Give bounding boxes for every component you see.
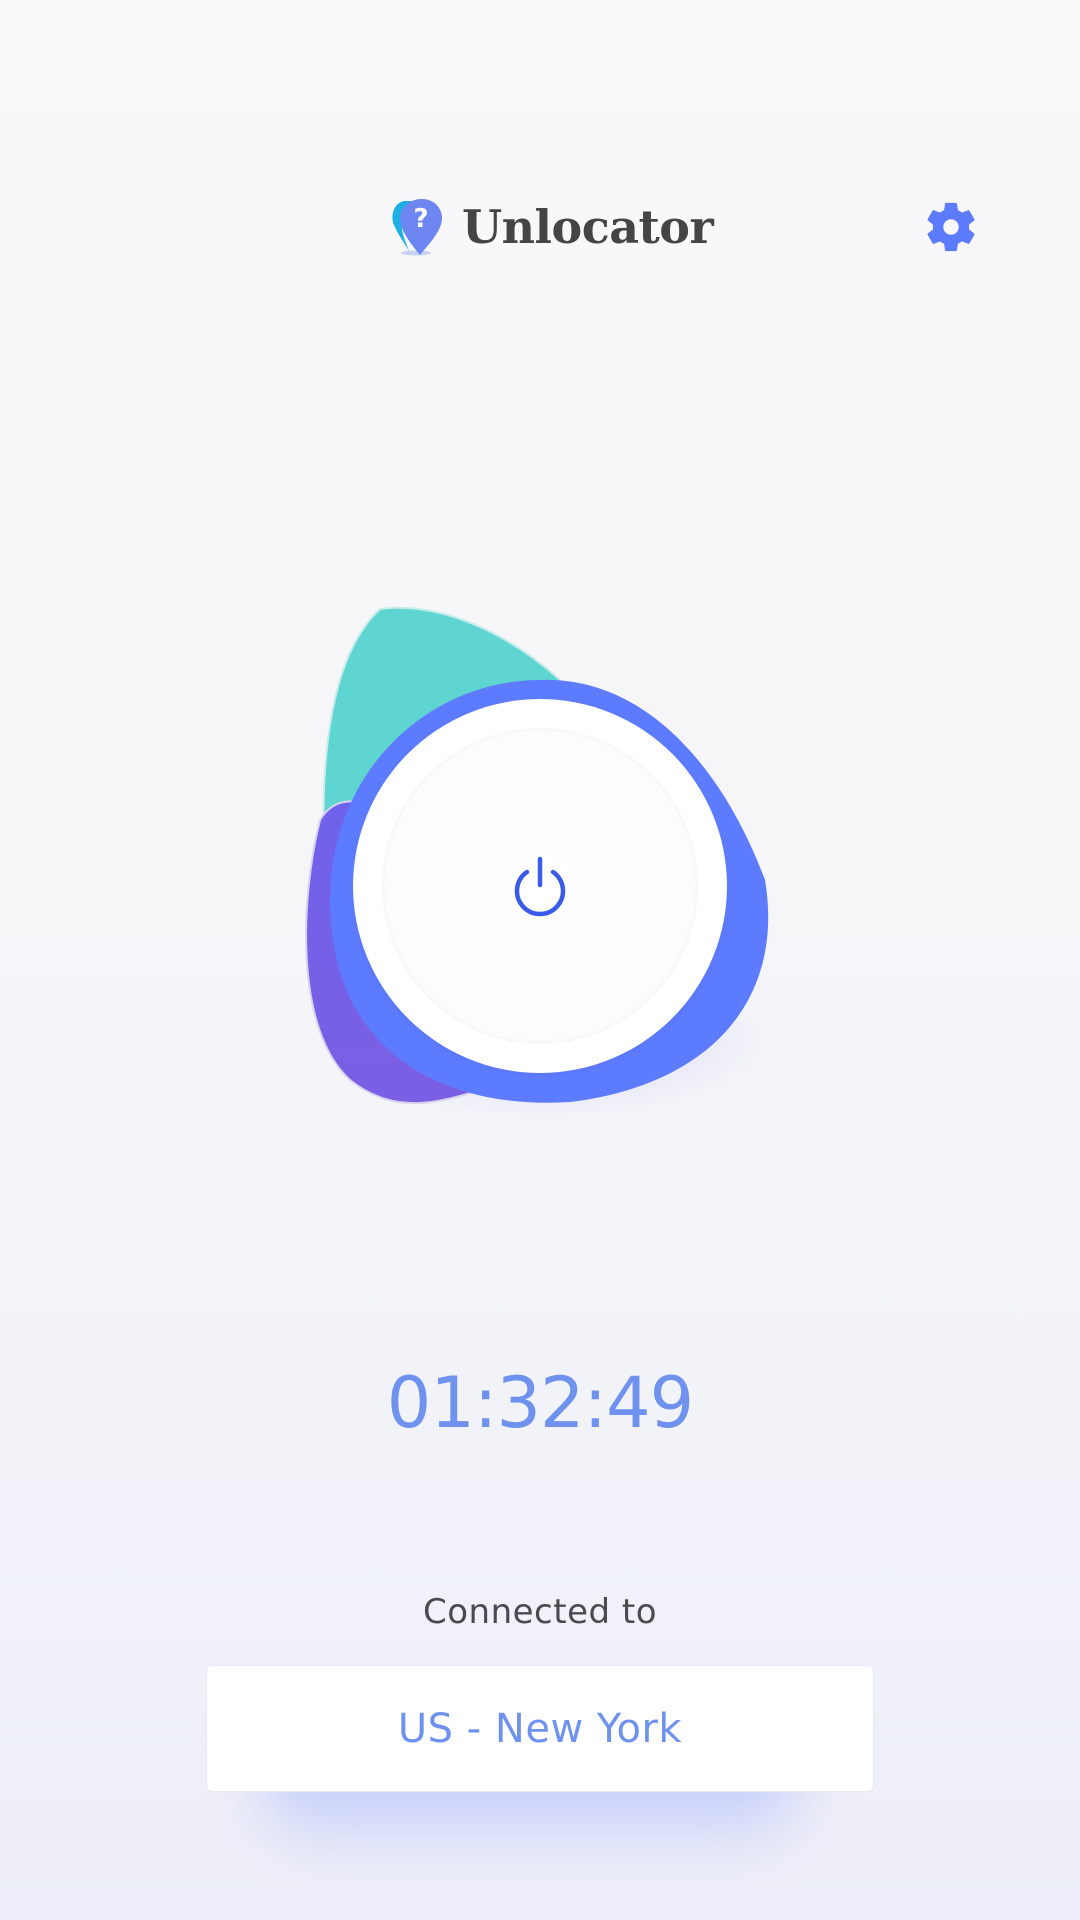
location-selector[interactable]: US - New York — [206, 1665, 874, 1792]
app-brand: ? Unlocator — [390, 196, 714, 258]
vpn-app-screen: ? Unlocator 01:32:49 Connected to US - N… — [0, 0, 1080, 1920]
power-toggle-area — [280, 580, 800, 1140]
location-name: US - New York — [397, 1705, 683, 1752]
location-pin-question-icon: ? — [392, 199, 442, 256]
power-icon — [514, 856, 566, 917]
svg-text:?: ? — [413, 204, 428, 234]
power-button-inner — [382, 728, 698, 1044]
app-title: Unlocator — [462, 200, 714, 254]
connected-to-label: Connected to — [422, 1592, 658, 1632]
gear-icon — [927, 202, 975, 252]
settings-button[interactable] — [922, 198, 980, 256]
power-button[interactable] — [353, 699, 727, 1073]
connection-timer: 01:32:49 — [386, 1362, 694, 1444]
